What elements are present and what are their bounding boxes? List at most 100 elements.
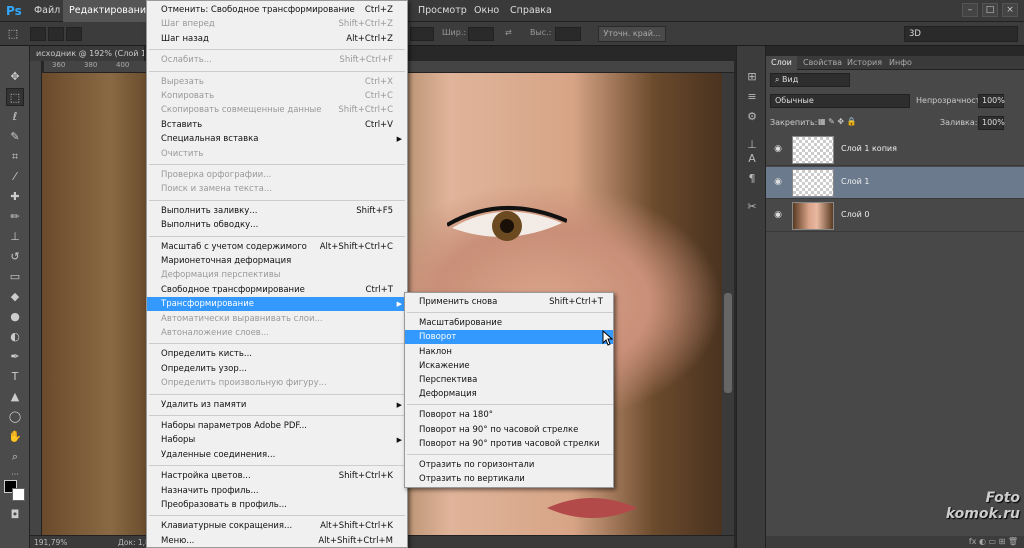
transform-submenu-item[interactable]: Перспектива	[405, 373, 613, 387]
edit-menu-item[interactable]: Определить кисть...	[147, 347, 407, 361]
lasso-tool-icon[interactable]: ℓ	[6, 108, 24, 126]
transform-submenu-item[interactable]: Поворот	[405, 330, 613, 345]
eye-icon[interactable]: ◉	[772, 144, 784, 154]
eye-icon[interactable]: ◉	[772, 177, 784, 187]
dodge-tool-icon[interactable]: ◐	[6, 328, 24, 346]
menu-view[interactable]: Просмотр	[412, 0, 473, 22]
path-select-icon[interactable]: ▲	[6, 388, 24, 406]
transform-submenu-item[interactable]: Деформация	[405, 387, 613, 401]
layer-row[interactable]: ◉ Слой 1 копия	[766, 134, 1024, 166]
opacity-field[interactable]: 100%	[978, 94, 1005, 108]
brush-presets-icon[interactable]: ⚙	[743, 108, 761, 126]
edit-menu-item[interactable]: Шаг назад Alt+Ctrl+Z	[147, 32, 407, 46]
edit-menu-item[interactable]: Настройка цветов... Shift+Ctrl+K	[147, 469, 407, 483]
eye-icon[interactable]: ◉	[772, 210, 784, 220]
eraser-icon[interactable]: ▭	[6, 268, 24, 286]
tab-layers[interactable]: Слои	[766, 56, 797, 70]
edit-menu-item[interactable]: Марионеточная деформация	[147, 254, 407, 268]
tab-info[interactable]: Инфо	[884, 56, 917, 70]
character-icon[interactable]: A	[743, 150, 761, 168]
brush-tool-icon[interactable]: ✏	[6, 208, 24, 226]
marquee-preset-icon[interactable]: ⬚	[4, 25, 22, 43]
blur-tool-icon[interactable]: ●	[6, 308, 24, 326]
transform-submenu-item[interactable]: Наклон	[405, 345, 613, 359]
close-icon[interactable]: ×	[1002, 3, 1018, 17]
transform-submenu-item[interactable]: Масштабирование	[405, 316, 613, 330]
transform-submenu-item[interactable]: Искажение	[405, 359, 613, 373]
edit-menu-item[interactable]: Специальная вставка ▶	[147, 132, 407, 146]
background-color[interactable]	[12, 488, 25, 501]
transform-submenu-item[interactable]: Применить снова Shift+Ctrl+T	[405, 295, 613, 309]
fill-field[interactable]: 100%	[978, 116, 1005, 130]
swap-icon[interactable]: ⇄	[505, 28, 512, 37]
document-tab[interactable]: исходник @ 192% (Слой 1,	[30, 46, 145, 61]
menu-help[interactable]: Справка	[504, 0, 558, 22]
edit-menu-item[interactable]: Меню... Alt+Shift+Ctrl+M	[147, 534, 407, 548]
menu-edit[interactable]: Редактирование	[63, 0, 158, 22]
edit-menu-item[interactable]: Наборы параметров Adobe PDF...	[147, 419, 407, 433]
sliders-icon[interactable]: ≡	[743, 88, 761, 106]
edit-menu-item[interactable]: Удалить из памяти ▶	[147, 398, 407, 412]
maximize-icon[interactable]: □	[982, 3, 998, 17]
edit-menu-item[interactable]: Определить узор...	[147, 362, 407, 376]
selection-mode-subtract[interactable]	[66, 27, 82, 41]
minimize-icon[interactable]: –	[962, 3, 978, 17]
transform-submenu-item[interactable]: Поворот на 180°	[405, 408, 613, 422]
pen-tool-icon[interactable]: ✒	[6, 348, 24, 366]
tool-presets-icon[interactable]: ✂	[743, 198, 761, 216]
style-select[interactable]	[410, 27, 434, 41]
paragraph-icon[interactable]: ¶	[743, 170, 761, 188]
quick-select-icon[interactable]: ✎	[6, 128, 24, 146]
lock-icons[interactable]: ▦ ✎ ✥ 🔒	[818, 117, 857, 126]
tab-history[interactable]: История	[842, 56, 887, 70]
layer-row[interactable]: ◉ Слой 0	[766, 200, 1024, 232]
height-field[interactable]	[555, 27, 581, 41]
transform-submenu-item[interactable]: Отразить по вертикали	[405, 472, 613, 486]
selection-mode-new[interactable]	[30, 27, 46, 41]
zoom-level[interactable]: 191,79%	[34, 536, 67, 548]
transform-submenu-item[interactable]: Отразить по горизонтали	[405, 458, 613, 472]
adjust-icon[interactable]: ⊞	[743, 68, 761, 86]
scrollbar-thumb[interactable]	[724, 293, 732, 393]
canvas-vertical-scrollbar[interactable]	[722, 73, 734, 535]
transform-submenu-item[interactable]: Поворот на 90° по часовой стрелке	[405, 423, 613, 437]
workspace-select[interactable]: 3D	[904, 26, 1018, 42]
layer-filter-select[interactable]: ⌕ Вид	[770, 73, 850, 87]
eyedropper-icon[interactable]: ⁄	[6, 168, 24, 186]
edit-menu-item[interactable]: Масштаб с учетом содержимого Alt+Shift+Ct…	[147, 240, 407, 254]
clone-stamp-icon[interactable]: ⊥	[6, 228, 24, 246]
width-field[interactable]	[468, 27, 494, 41]
edit-menu-item[interactable]: Выполнить заливку... Shift+F5	[147, 204, 407, 218]
selection-mode-add[interactable]	[48, 27, 64, 41]
transform-submenu-item[interactable]: Поворот на 90° против часовой стрелки	[405, 437, 613, 451]
crop-tool-icon[interactable]: ⌗	[6, 148, 24, 166]
edit-menu-item[interactable]: Преобразовать в профиль...	[147, 498, 407, 512]
paint-bucket-icon[interactable]: ◆	[6, 288, 24, 306]
healing-brush-icon[interactable]: ✚	[6, 188, 24, 206]
layers-panel: Слои Свойства История Инфо ⌕ Вид Обычные…	[766, 56, 1024, 548]
type-tool-icon[interactable]: T	[6, 368, 24, 386]
edit-menu-item[interactable]: Вставить Ctrl+V	[147, 118, 407, 132]
marquee-tool-icon[interactable]: ⬚	[6, 88, 24, 106]
layer-row[interactable]: ◉ Слой 1	[766, 167, 1024, 199]
edit-menu-item[interactable]: Отменить: Свободное трансформирование Ctr…	[147, 3, 407, 17]
menu-window[interactable]: Окно	[468, 0, 505, 22]
refine-edge-button[interactable]: Уточн. край...	[598, 26, 666, 42]
edit-menu-item[interactable]: Назначить профиль...	[147, 484, 407, 498]
blend-mode-select[interactable]: Обычные	[770, 94, 910, 108]
ellipse-tool-icon[interactable]: ◯	[6, 408, 24, 426]
edit-menu-item[interactable]: Клавиатурные сокращения... Alt+Shift+Ctrl…	[147, 519, 407, 533]
edit-menu-item[interactable]: Выполнить обводку...	[147, 218, 407, 232]
layer-thumbnail	[792, 136, 834, 164]
edit-menu-item[interactable]: Удаленные соединения...	[147, 448, 407, 462]
quick-mask-icon[interactable]: ◘	[6, 506, 24, 524]
zoom-tool-icon[interactable]: ⌕	[6, 448, 24, 466]
edit-menu-item[interactable]: Свободное трансформирование Ctrl+T	[147, 283, 407, 297]
move-tool-icon[interactable]: ✥	[6, 68, 24, 86]
menu-file[interactable]: Файл	[28, 0, 66, 22]
edit-menu-item[interactable]: Трансформирование ▶	[147, 297, 407, 312]
tab-properties[interactable]: Свойства	[798, 56, 847, 70]
hand-tool-icon[interactable]: ✋	[6, 428, 24, 446]
edit-menu-item[interactable]: Наборы ▶	[147, 433, 407, 447]
history-brush-icon[interactable]: ↺	[6, 248, 24, 266]
